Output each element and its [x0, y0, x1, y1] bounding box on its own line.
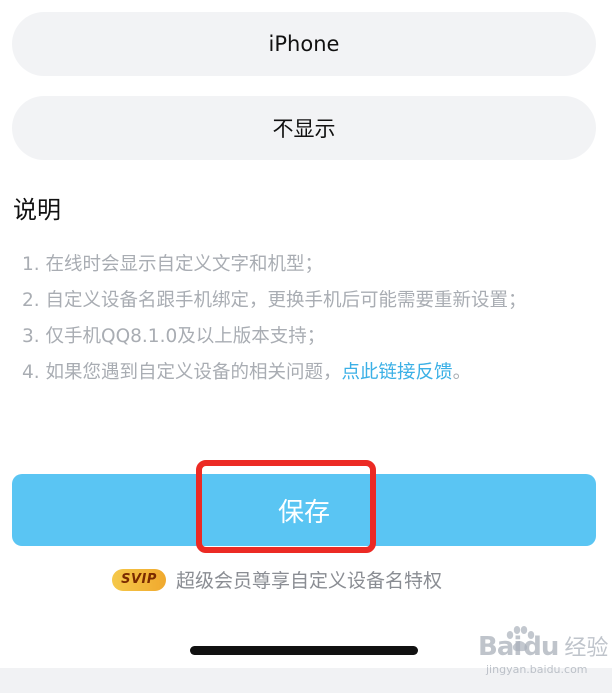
- baidu-watermark: Bai du 经验 jingyan.baidu.com: [478, 626, 609, 676]
- note-feedback: 4. 如果您遇到自定义设备的相关问题，点此链接反馈。: [22, 358, 592, 387]
- watermark-brand-cn: 经验: [564, 636, 609, 661]
- note-online-display: 1. 在线时会显示自定义文字和机型；: [22, 254, 324, 275]
- save-button[interactable]: 保存: [12, 474, 596, 546]
- description-notes: 1. 在线时会显示自定义文字和机型； 2. 自定义设备名跟手机绑定，更换手机后可…: [22, 250, 592, 394]
- home-indicator[interactable]: [190, 646, 418, 655]
- watermark-url: jingyan.baidu.com: [486, 663, 588, 676]
- note-version-support: 3. 仅手机QQ8.1.0及以上版本支持；: [22, 326, 326, 347]
- hide-device-option-label: 不显示: [272, 117, 336, 141]
- svip-privilege-text: 超级会员尊享自定义设备名特权: [176, 570, 443, 592]
- svip-badge: SVIP: [112, 568, 166, 591]
- svip-privilege: SVIP 超级会员尊享自定义设备名特权: [112, 566, 442, 593]
- feedback-link[interactable]: 点此链接反馈: [342, 362, 453, 383]
- device-name-option-label: iPhone: [268, 32, 340, 56]
- note-feedback-end: 。: [452, 362, 472, 383]
- paw-icon: [506, 626, 535, 652]
- description-title: 说明: [13, 196, 61, 224]
- save-button-label: 保存: [277, 497, 330, 528]
- note-feedback-text: 4. 如果您遇到自定义设备的相关问题，: [22, 362, 342, 383]
- note-phone-binding: 2. 自定义设备名跟手机绑定，更换手机后可能需要重新设置；: [22, 290, 527, 311]
- device-name-option[interactable]: iPhone: [12, 12, 596, 76]
- hide-device-option[interactable]: 不显示: [12, 96, 596, 160]
